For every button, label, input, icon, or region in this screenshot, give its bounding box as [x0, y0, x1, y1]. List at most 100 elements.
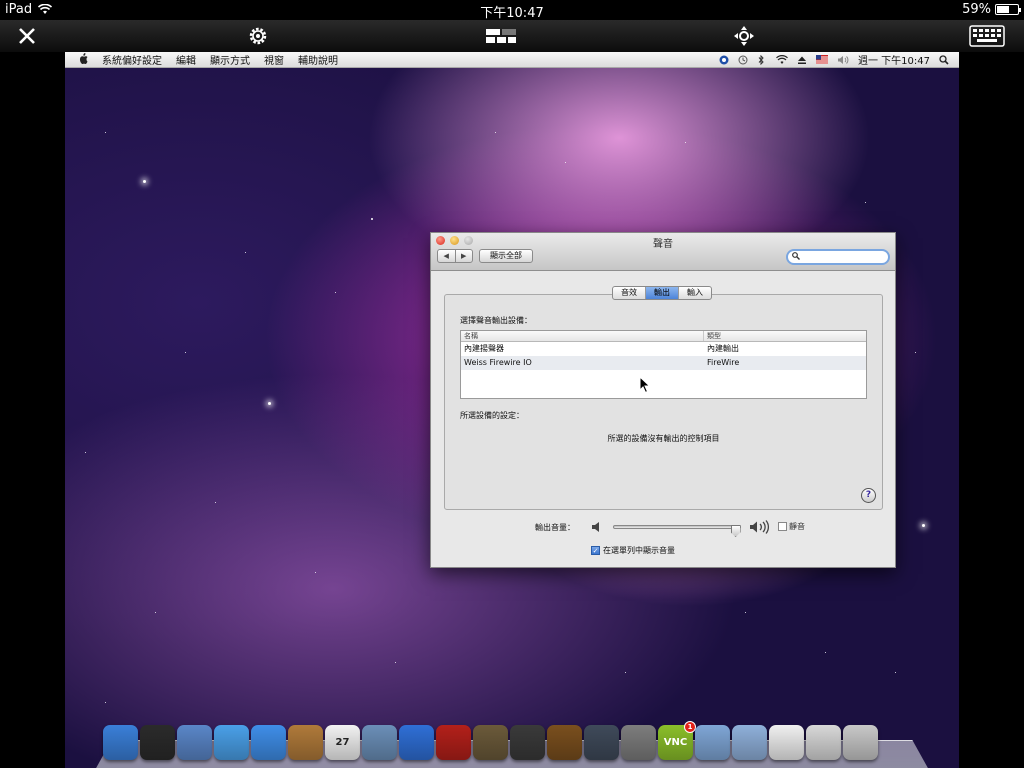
show-all-button[interactable]: 顯示全部	[479, 249, 533, 263]
move-arrows-icon[interactable]	[733, 23, 755, 49]
tab-output[interactable]: 輸出	[646, 287, 679, 299]
selected-device-settings-label: 所選設備的設定：	[460, 411, 524, 420]
device-name-cell: 內建揚聲器	[464, 344, 504, 353]
output-volume-label: 輸出音量：	[535, 523, 575, 532]
finder-icon[interactable]	[103, 725, 138, 760]
tab-input[interactable]: 輸入	[679, 287, 711, 299]
back-arrow-icon[interactable]: ◀	[438, 250, 456, 262]
menu-window[interactable]: 視窗	[264, 52, 284, 67]
apple-icon[interactable]	[79, 52, 88, 67]
trash-icon[interactable]	[843, 725, 878, 760]
forward-arrow-icon[interactable]: ▶	[456, 250, 473, 262]
preview-icon[interactable]	[362, 725, 397, 760]
image-stack-icon[interactable]	[806, 725, 841, 760]
output-device-table[interactable]: 名稱 類型 內建揚聲器 內建輸出 Weiss Firewire IO FireW…	[460, 330, 867, 399]
star	[685, 142, 686, 143]
table-row-selected[interactable]: Weiss Firewire IO FireWire	[461, 356, 866, 370]
imovie-icon[interactable]	[510, 725, 545, 760]
eject-icon[interactable]	[797, 55, 807, 65]
choose-device-label: 選擇聲音輸出設備：	[460, 316, 532, 325]
remote-desktop[interactable]: 系統偏好設定 編輯 顯示方式 視窗 輔助說明 週一 下午10:47 聲音 ◀ ▶…	[65, 52, 959, 768]
tab-sound-effects[interactable]: 音效	[613, 287, 646, 299]
menubar-clock[interactable]: 週一 下午10:47	[858, 52, 930, 67]
star	[922, 524, 925, 527]
nav-back-forward[interactable]: ◀ ▶	[437, 249, 473, 263]
mute-checkbox[interactable]: 靜音	[778, 521, 805, 532]
star	[625, 672, 626, 673]
menu-app-name[interactable]: 系統偏好設定	[102, 52, 162, 67]
device-type-cell: FireWire	[707, 358, 740, 367]
star	[143, 180, 146, 183]
system-preferences-icon[interactable]	[621, 725, 656, 760]
star	[565, 162, 566, 163]
applications-folder-icon[interactable]	[695, 725, 730, 760]
dock: 27 VNC 1	[103, 720, 878, 760]
keyboard-icon[interactable]	[968, 23, 1006, 49]
dashboard-icon[interactable]	[140, 725, 175, 760]
vnc-server-status-icon[interactable]	[719, 55, 729, 65]
star	[105, 132, 106, 133]
volume-high-icon	[749, 520, 771, 537]
column-header-name[interactable]: 名稱	[461, 331, 704, 341]
garageband-icon[interactable]	[547, 725, 582, 760]
star	[371, 218, 373, 220]
star	[215, 502, 216, 503]
device-type-cell: 內建輸出	[707, 344, 739, 353]
star	[915, 352, 916, 353]
sound-preferences-window: 聲音 ◀ ▶ 顯示全部 音效 輸出 輸入 選擇聲音輸出設備： 名稱 類型 內建揚…	[430, 232, 896, 568]
menu-view[interactable]: 顯示方式	[210, 52, 250, 67]
close-icon[interactable]	[14, 23, 40, 49]
time-machine-icon[interactable]	[584, 725, 619, 760]
checkmark-icon[interactable]: ✓	[591, 546, 600, 555]
output-volume-row: 輸出音量： 靜音	[431, 519, 895, 537]
ichat-icon[interactable]	[251, 725, 286, 760]
search-icon	[792, 252, 800, 262]
output-volume-slider[interactable]	[613, 525, 741, 537]
tab-bar: 音效 輸出 輸入	[612, 286, 712, 300]
star	[245, 252, 246, 253]
gear-icon[interactable]	[245, 23, 271, 49]
dock-icon-label: VNC	[663, 737, 688, 748]
output-panel: 選擇聲音輸出設備： 名稱 類型 內建揚聲器 內建輸出 Weiss Firewir…	[444, 294, 883, 510]
volume-slider-knob[interactable]	[730, 525, 741, 537]
search-input[interactable]	[802, 252, 882, 262]
mute-checkbox-box[interactable]	[778, 522, 787, 531]
dock-icon-label: 27	[335, 737, 350, 748]
menu-edit[interactable]: 編輯	[176, 52, 196, 67]
menu-help[interactable]: 輔助說明	[298, 52, 338, 67]
wifi-menu-icon[interactable]	[776, 54, 788, 65]
address-book-icon[interactable]	[288, 725, 323, 760]
star	[335, 292, 336, 293]
star	[155, 612, 156, 613]
photo-booth-icon[interactable]	[436, 725, 471, 760]
star	[825, 652, 826, 653]
display-layout-icon[interactable]	[485, 23, 517, 49]
search-field[interactable]	[786, 249, 890, 265]
show-volume-in-menubar-checkbox[interactable]: ✓ 在選單列中顯示音量	[591, 545, 675, 556]
documents-folder-icon[interactable]	[732, 725, 767, 760]
star	[185, 352, 186, 353]
server-vnc-icon[interactable]: VNC 1	[658, 721, 696, 760]
star	[495, 132, 496, 133]
bluetooth-icon[interactable]	[757, 54, 767, 65]
mac-menubar: 系統偏好設定 編輯 顯示方式 視窗 輔助說明 週一 下午10:47	[65, 52, 959, 68]
star	[268, 402, 271, 405]
ical-icon[interactable]: 27	[325, 725, 360, 760]
show-volume-label: 在選單列中顯示音量	[603, 546, 675, 555]
spotlight-icon[interactable]	[939, 54, 949, 65]
mail-stamp-icon[interactable]	[177, 725, 212, 760]
itunes-icon[interactable]	[399, 725, 434, 760]
table-row[interactable]: 內建揚聲器 內建輸出	[461, 342, 866, 356]
safari-icon[interactable]	[214, 725, 249, 760]
no-output-controls-message: 所選的設備沒有輸出的控制項目	[607, 434, 720, 443]
vnc-toolbar	[0, 20, 1024, 52]
us-flag-icon[interactable]	[816, 54, 828, 65]
volume-menu-icon[interactable]	[837, 55, 849, 65]
help-button[interactable]: ?	[861, 488, 876, 503]
time-machine-menu-icon[interactable]	[738, 55, 748, 65]
window-titlebar[interactable]: 聲音 ◀ ▶ 顯示全部	[431, 233, 895, 271]
ipad-screen: { "ipad_status": { "device": "iPad", "ti…	[0, 0, 1024, 768]
column-header-type[interactable]: 類型	[704, 331, 721, 341]
iphoto-icon[interactable]	[473, 725, 508, 760]
document-icon[interactable]	[769, 725, 804, 760]
